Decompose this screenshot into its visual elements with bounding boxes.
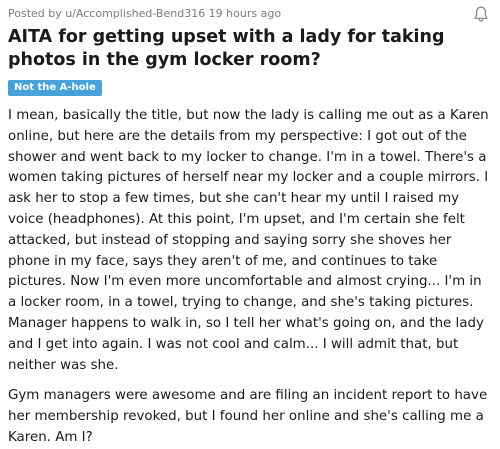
post-flair[interactable]: Not the A-hole <box>8 80 102 96</box>
post-paragraph: I mean, basically the title, but now the… <box>8 108 489 373</box>
post-body: I mean, basically the title, but now the… <box>8 106 492 449</box>
post-meta: Posted by u/Accomplished-Bend316 19 hour… <box>8 6 282 20</box>
post-paragraph: Gym managers were awesome and are filing… <box>8 388 488 445</box>
post-meta-row: Posted by u/Accomplished-Bend316 19 hour… <box>8 4 492 22</box>
bell-icon[interactable] <box>472 5 490 23</box>
reddit-post: Posted by u/Accomplished-Bend316 19 hour… <box>0 0 500 445</box>
post-title[interactable]: AITA for getting upset with a lady for t… <box>8 26 492 72</box>
